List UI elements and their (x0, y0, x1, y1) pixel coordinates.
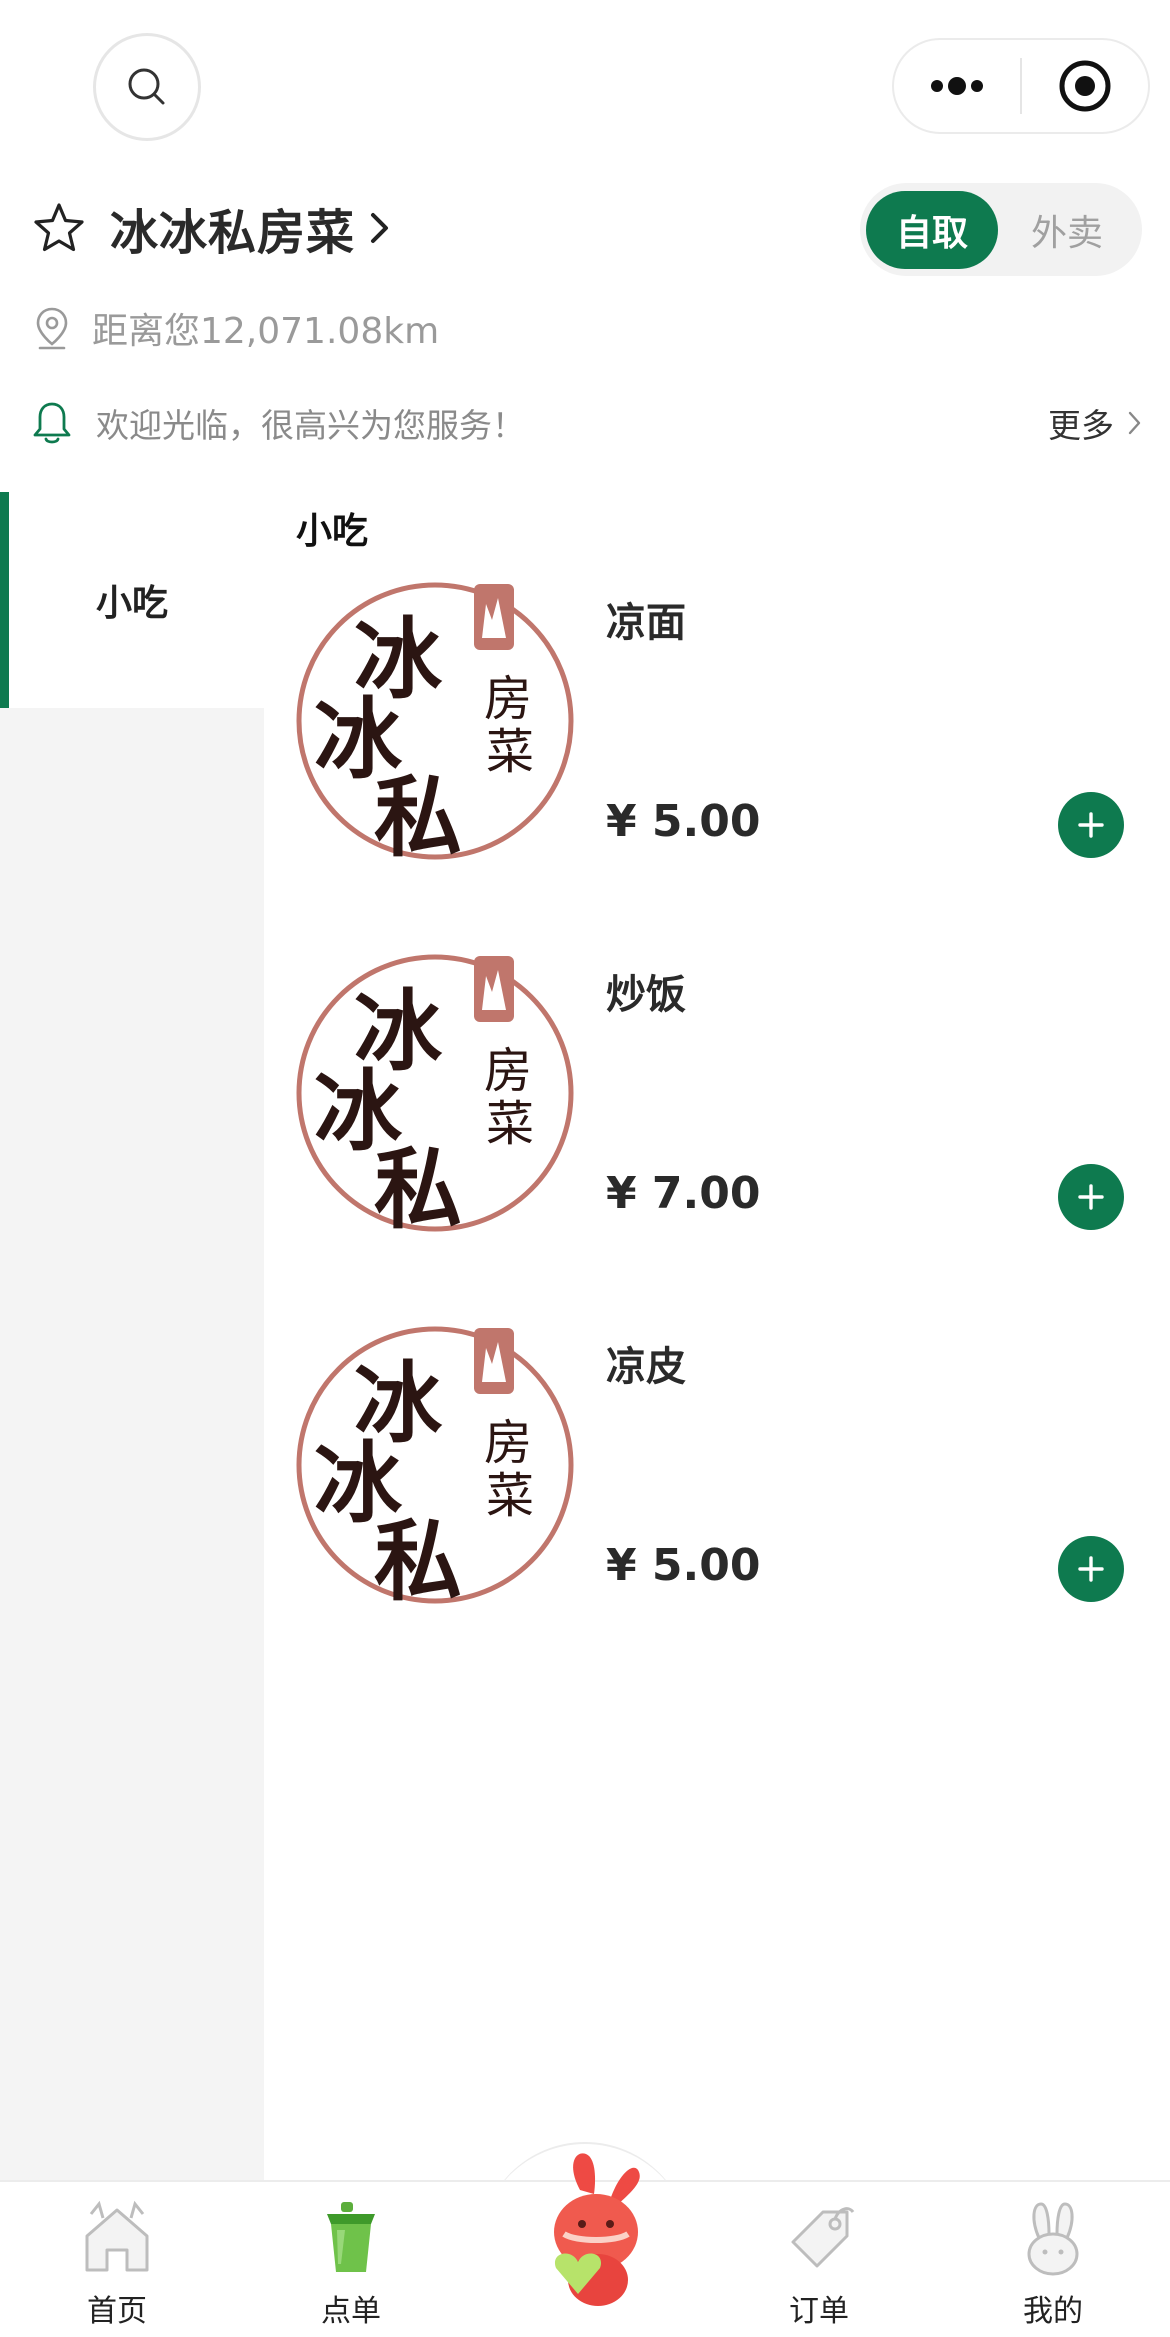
tab-label: 首页 (87, 2294, 147, 2329)
tab-order[interactable]: 点单 (234, 2182, 468, 2337)
page: { "header": { "search_icon": "search-ico… (0, 0, 1170, 2337)
more-dots-icon (931, 77, 983, 95)
category-label: 小吃 (95, 583, 168, 624)
home-icon (85, 2200, 149, 2272)
store-title-row[interactable]: 冰冰私房菜 (32, 198, 391, 261)
add-to-cart-button[interactable] (1058, 1536, 1124, 1602)
distance-text: 距离您12,071.08km (92, 311, 440, 352)
dish-price: ¥ 5.00 (606, 1540, 761, 1591)
svg-text:房: 房 (484, 1415, 532, 1471)
rabbit-mascot-icon[interactable] (520, 2150, 670, 2310)
svg-text:菜: 菜 (486, 1468, 534, 1524)
search-icon (128, 68, 165, 105)
plus-icon (1078, 812, 1104, 838)
pickup-mode-button[interactable]: 自取 (866, 190, 998, 269)
tab-orders[interactable]: 订单 (702, 2182, 936, 2337)
tag-icon (791, 2207, 855, 2268)
store-logo-image: 冰 冰 私 房 菜 (296, 582, 574, 862)
notice-row: 欢迎光临，很高兴为您服务！ 更多 (32, 395, 1142, 451)
location-pin-icon (36, 307, 68, 350)
more-button[interactable] (894, 40, 1020, 132)
more-label: 更多 (1048, 406, 1114, 445)
store-logo-image: 冰 冰 私 房 菜 (296, 954, 574, 1234)
svg-text:私: 私 (374, 1509, 462, 1606)
add-to-cart-button[interactable] (1058, 1164, 1124, 1230)
svg-text:房: 房 (484, 1043, 532, 1099)
search-button[interactable] (93, 33, 201, 141)
more-link[interactable]: 更多 (1048, 399, 1142, 447)
dish-item[interactable]: 冰 冰 私 房 菜 凉皮 ¥ 5.00 (264, 1324, 1170, 1624)
section-title: 小吃 (296, 511, 369, 552)
svg-text:房: 房 (484, 671, 532, 727)
tab-label: 点单 (321, 2294, 381, 2329)
dish-name: 凉面 (606, 600, 686, 646)
svg-text:私: 私 (374, 1137, 462, 1234)
dish-name: 炒饭 (606, 972, 686, 1018)
tab-label: 我的 (1023, 2294, 1083, 2329)
star-icon[interactable] (32, 201, 86, 255)
svg-text:私: 私 (374, 765, 462, 862)
category-item-snacks[interactable]: 小吃 (0, 492, 264, 708)
dish-item[interactable]: 冰 冰 私 房 菜 凉面 ¥ 5.00 (264, 580, 1170, 880)
chevron-right-icon (371, 213, 389, 243)
store-name[interactable]: 冰冰私房菜 (110, 193, 355, 263)
dish-price: ¥ 5.00 (606, 796, 761, 847)
tab-label: 订单 (789, 2294, 849, 2329)
order-mode-toggle: 自取 外卖 (860, 183, 1142, 276)
mini-program-capsule (892, 38, 1150, 134)
rabbit-icon (1027, 2202, 1079, 2276)
delivery-mode-button[interactable]: 外卖 (998, 191, 1136, 269)
menu-list: 小吃 冰 冰 私 房 菜 凉面 ¥ 5.00 冰 冰 私 房 菜 炒饭 ¥ 7.… (264, 492, 1170, 2180)
bell-icon (33, 402, 71, 444)
svg-text:菜: 菜 (486, 1096, 534, 1152)
welcome-notice: 欢迎光临，很高兴为您服务！ (96, 406, 525, 445)
dish-price: ¥ 7.00 (606, 1168, 761, 1219)
plus-icon (1078, 1556, 1104, 1582)
category-sidebar: 小吃 (0, 492, 264, 2180)
tab-home[interactable]: 首页 (0, 2182, 234, 2337)
dish-name: 凉皮 (606, 1344, 686, 1390)
cup-icon (327, 2202, 375, 2272)
category-selected-indicator (0, 492, 9, 708)
plus-icon (1078, 1184, 1104, 1210)
tab-mine[interactable]: 我的 (936, 2182, 1170, 2337)
svg-text:菜: 菜 (486, 724, 534, 780)
target-close-icon (1059, 60, 1111, 112)
close-button[interactable] (1022, 40, 1148, 132)
dish-item[interactable]: 冰 冰 私 房 菜 炒饭 ¥ 7.00 (264, 952, 1170, 1252)
add-to-cart-button[interactable] (1058, 792, 1124, 858)
chevron-right-icon (1128, 411, 1141, 435)
distance-row: 距离您12,071.08km (34, 300, 439, 356)
store-logo-image: 冰 冰 私 房 菜 (296, 1326, 574, 1606)
